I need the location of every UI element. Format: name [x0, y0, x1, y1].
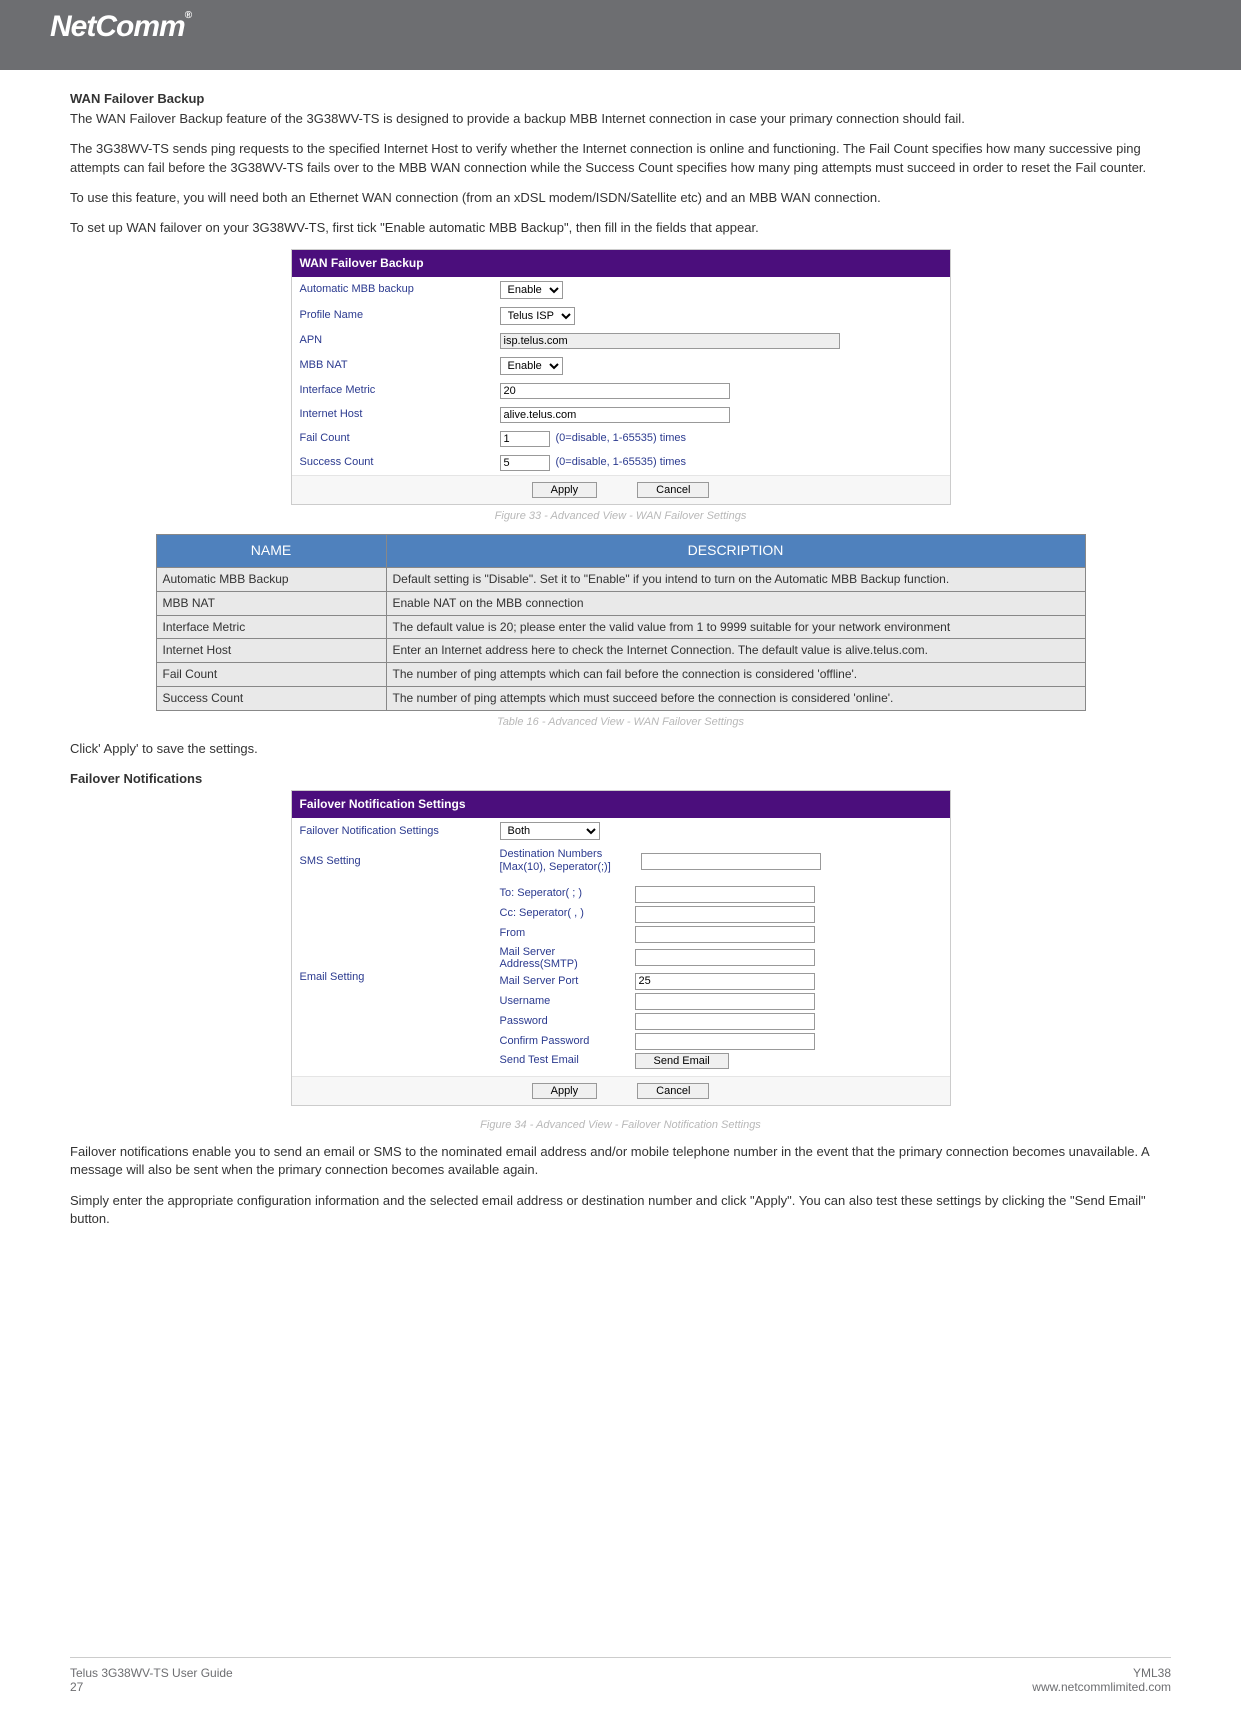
click-apply-text: Click' Apply' to save the settings. — [70, 740, 1171, 758]
failover-notification-panel: Failover Notification Settings Failover … — [291, 790, 951, 1105]
failover-notif-title: Failover Notifications — [70, 770, 1171, 788]
table-row: MBB NATEnable NAT on the MBB connection — [156, 591, 1085, 615]
notif-setting-select[interactable]: Both — [500, 822, 600, 840]
failcount-input[interactable] — [500, 431, 550, 447]
successcount-hint: (0=disable, 1-65535) times — [556, 455, 687, 470]
confirm-password-input[interactable] — [635, 1033, 815, 1050]
apply-button[interactable]: Apply — [532, 482, 598, 498]
footer-doc-title: Telus 3G38WV-TS User Guide — [70, 1666, 233, 1680]
send-email-button[interactable]: Send Email — [635, 1053, 729, 1069]
auto-backup-label: Automatic MBB backup — [300, 282, 500, 297]
smtp-label: Mail Server Address(SMTP) — [500, 946, 635, 970]
paragraph: To use this feature, you will need both … — [70, 189, 1171, 207]
page-footer: Telus 3G38WV-TS User Guide 27 YML38 www.… — [70, 1657, 1171, 1694]
email-setting-label: Email Setting — [300, 970, 500, 985]
smtp-input[interactable] — [635, 949, 815, 966]
paragraph: The 3G38WV-TS sends ping requests to the… — [70, 140, 1171, 176]
username-label: Username — [500, 994, 635, 1009]
port-label: Mail Server Port — [500, 974, 635, 989]
wan-failover-panel: WAN Failover Backup Automatic MBB backup… — [291, 249, 951, 505]
table-head-desc: DESCRIPTION — [386, 535, 1085, 568]
table-row: Internet HostEnter an Internet address h… — [156, 639, 1085, 663]
logo: NetComm® — [50, 10, 191, 44]
cancel-button[interactable]: Cancel — [637, 482, 709, 498]
paragraph: The WAN Failover Backup feature of the 3… — [70, 110, 1171, 128]
host-input[interactable] — [500, 407, 730, 423]
port-input[interactable] — [635, 973, 815, 990]
notif-setting-label: Failover Notification Settings — [300, 824, 500, 839]
from-label: From — [500, 926, 635, 941]
confirm-password-label: Confirm Password — [500, 1034, 635, 1049]
paragraph: Simply enter the appropriate configurati… — [70, 1192, 1171, 1228]
successcount-label: Success Count — [300, 455, 500, 470]
paragraph: To set up WAN failover on your 3G38WV-TS… — [70, 219, 1171, 237]
table-row: Success CountThe number of ping attempts… — [156, 686, 1085, 710]
metric-input[interactable] — [500, 383, 730, 399]
table-row: Interface MetricThe default value is 20;… — [156, 615, 1085, 639]
cancel-button[interactable]: Cancel — [637, 1083, 709, 1099]
send-test-label: Send Test Email — [500, 1053, 635, 1068]
logo-text: NetComm — [50, 10, 185, 43]
metric-label: Interface Metric — [300, 383, 500, 398]
footer-page-number: 27 — [70, 1680, 233, 1694]
failcount-hint: (0=disable, 1-65535) times — [556, 431, 687, 446]
sms-setting-label: SMS Setting — [300, 854, 500, 869]
from-input[interactable] — [635, 926, 815, 943]
apn-label: APN — [300, 333, 500, 348]
wan-failover-title: WAN Failover Backup — [70, 90, 1171, 108]
paragraph: Failover notifications enable you to sen… — [70, 1143, 1171, 1179]
table-row: Automatic MBB BackupDefault setting is "… — [156, 567, 1085, 591]
footer-doc-code: YML38 — [1032, 1666, 1171, 1680]
to-input[interactable] — [635, 886, 815, 903]
cc-input[interactable] — [635, 906, 815, 923]
mbbnat-select[interactable]: Enable — [500, 357, 563, 375]
footer-url: www.netcommlimited.com — [1032, 1680, 1171, 1694]
profile-label: Profile Name — [300, 308, 500, 323]
auto-backup-select[interactable]: Enable — [500, 281, 563, 299]
host-label: Internet Host — [300, 407, 500, 422]
table-caption: Table 16 - Advanced View - WAN Failover … — [70, 715, 1171, 730]
cc-label: Cc: Seperator( , ) — [500, 906, 635, 921]
failcount-label: Fail Count — [300, 431, 500, 446]
password-label: Password — [500, 1014, 635, 1029]
table-row: Fail CountThe number of ping attempts wh… — [156, 663, 1085, 687]
panel-title: Failover Notification Settings — [292, 791, 950, 818]
table-head-name: NAME — [156, 535, 386, 568]
to-label: To: Seperator( ; ) — [500, 886, 635, 901]
apn-input[interactable] — [500, 333, 840, 349]
mbbnat-label: MBB NAT — [300, 358, 500, 373]
figure-caption: Figure 34 - Advanced View - Failover Not… — [70, 1118, 1171, 1133]
apply-button[interactable]: Apply — [532, 1083, 598, 1099]
description-table: NAME DESCRIPTION Automatic MBB BackupDef… — [156, 534, 1086, 710]
sms-dest-input[interactable] — [641, 853, 821, 870]
header-band: NetComm® — [0, 0, 1241, 70]
sms-dest-label: Destination Numbers [Max(10), Seperator(… — [500, 848, 635, 874]
figure-caption: Figure 33 - Advanced View - WAN Failover… — [70, 509, 1171, 524]
registered-mark: ® — [185, 10, 191, 21]
password-input[interactable] — [635, 1013, 815, 1030]
profile-select[interactable]: Telus ISP — [500, 307, 575, 325]
successcount-input[interactable] — [500, 455, 550, 471]
panel-title: WAN Failover Backup — [292, 250, 950, 277]
username-input[interactable] — [635, 993, 815, 1010]
